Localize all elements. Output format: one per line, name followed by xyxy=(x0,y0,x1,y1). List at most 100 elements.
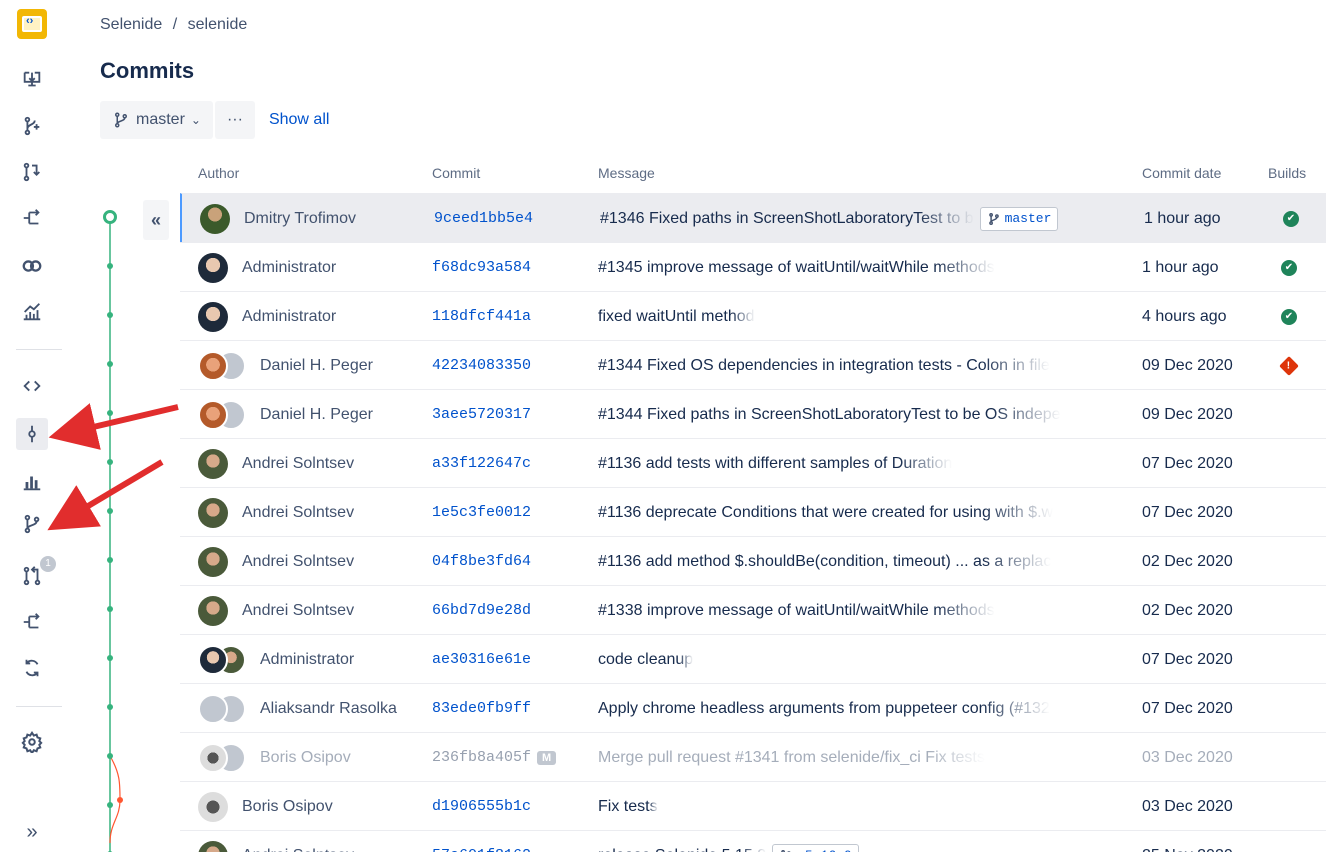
commit-hash-link[interactable]: 42234083350 xyxy=(432,341,582,390)
commits-icon[interactable] xyxy=(16,418,48,450)
commit-message[interactable]: #1338 improve message of waitUntil/waitW… xyxy=(598,602,995,620)
table-row[interactable]: Boris Osipov d1906555b1c Fix tests 03 De… xyxy=(180,781,1326,830)
commit-hash-link[interactable]: a33f122647c xyxy=(432,439,582,488)
expand-sidebar-icon[interactable]: » xyxy=(16,816,48,848)
commit-message[interactable]: #1344 Fixed OS dependencies in integrati… xyxy=(598,357,1050,375)
table-row[interactable]: Aliaksandr Rasolka 83ede0fb9ff Apply chr… xyxy=(180,683,1326,732)
author-name[interactable]: Dmitry Trofimov xyxy=(244,210,356,228)
commit-message[interactable]: #1136 add method $.shouldBe(condition, t… xyxy=(598,553,1051,571)
table-row[interactable]: Daniel H. Peger 42234083350 #1344 Fixed … xyxy=(180,340,1326,389)
repository-logo-icon[interactable] xyxy=(17,9,47,39)
message-cell[interactable]: #1136 deprecate Conditions that were cre… xyxy=(598,488,1118,537)
commit-message[interactable]: code cleanup xyxy=(598,651,693,669)
show-all-link[interactable]: Show all xyxy=(269,111,329,129)
commit-message[interactable]: release Selenide 5.15.2 xyxy=(598,847,766,852)
branches-icon[interactable] xyxy=(16,508,48,540)
compare-icon[interactable] xyxy=(16,202,48,234)
author-name[interactable]: Andrei Solntsev xyxy=(242,847,354,852)
author-name[interactable]: Andrei Solntsev xyxy=(242,602,354,620)
commit-hash[interactable]: 3aee5720317 xyxy=(432,406,531,423)
author-name[interactable]: Daniel H. Peger xyxy=(260,406,373,424)
commit-message[interactable]: #1136 deprecate Conditions that were cre… xyxy=(598,504,1053,522)
build-success-icon[interactable]: ✔ xyxy=(1281,308,1297,325)
commit-message[interactable]: Apply chrome headless arguments from pup… xyxy=(598,700,1050,718)
commit-hash-link[interactable]: 1e5c3fe0012 xyxy=(432,488,582,537)
author-name[interactable]: Administrator xyxy=(242,308,336,326)
commit-hash-link[interactable]: 118dfcf441a xyxy=(432,292,582,341)
author-name[interactable]: Andrei Solntsev xyxy=(242,553,354,571)
table-row[interactable]: Andrei Solntsev 1e5c3fe0012 #1136 deprec… xyxy=(180,487,1326,536)
commit-hash[interactable]: f68dc93a584 xyxy=(432,259,531,276)
message-cell[interactable]: code cleanup xyxy=(598,635,1118,684)
commit-hash[interactable]: 42234083350 xyxy=(432,357,531,374)
reports-icon[interactable] xyxy=(16,466,48,498)
commit-hash[interactable]: 66bd7d9e28d xyxy=(432,602,531,619)
commit-message[interactable]: fixed waitUntil method xyxy=(598,308,755,326)
table-row[interactable]: Dmitry Trofimov 9ceed1bb5e4 #1346 Fixed … xyxy=(180,193,1326,242)
commit-hash-link[interactable]: 83ede0fb9ff xyxy=(432,684,582,733)
commit-message[interactable]: #1345 improve message of waitUntil/waitW… xyxy=(598,259,995,277)
fork-icon[interactable] xyxy=(16,250,48,282)
branch-selector-button[interactable]: master ⌄ xyxy=(100,101,213,139)
author-name[interactable]: Boris Osipov xyxy=(242,798,333,816)
message-cell[interactable]: #1136 add method $.shouldBe(condition, t… xyxy=(598,537,1118,586)
commit-hash[interactable]: 118dfcf441a xyxy=(432,308,531,325)
message-cell[interactable]: #1338 improve message of waitUntil/waitW… xyxy=(598,586,1118,635)
commit-hash-link[interactable]: 3aee5720317 xyxy=(432,390,582,439)
message-cell[interactable]: #1136 add tests with different samples o… xyxy=(598,439,1118,488)
breadcrumb-project[interactable]: Selenide xyxy=(100,16,162,33)
table-row[interactable]: Daniel H. Peger 3aee5720317 #1344 Fixed … xyxy=(180,389,1326,438)
message-cell[interactable]: #1344 Fixed OS dependencies in integrati… xyxy=(598,341,1118,390)
commit-hash[interactable]: 1e5c3fe0012 xyxy=(432,504,531,521)
table-row[interactable]: Administrator 118dfcf441a fixed waitUnti… xyxy=(180,291,1326,340)
message-cell[interactable]: #1346 Fixed paths in ScreenShotLaborator… xyxy=(600,194,1120,243)
breadcrumb-repo[interactable]: selenide xyxy=(188,16,248,33)
table-row[interactable]: Boris Osipov 236fb8a405f M Merge pull req… xyxy=(180,732,1326,781)
message-cell[interactable]: fixed waitUntil method xyxy=(598,292,1118,341)
clone-icon[interactable] xyxy=(16,64,48,96)
branch-tag[interactable]: master xyxy=(979,206,1059,231)
message-cell[interactable]: #1345 improve message of waitUntil/waitW… xyxy=(598,243,1118,292)
author-name[interactable]: Administrator xyxy=(242,259,336,277)
table-row[interactable]: Administrator ae30316e61e code cleanup 0… xyxy=(180,634,1326,683)
source-icon[interactable] xyxy=(16,370,48,402)
collapse-graph-button[interactable]: « xyxy=(143,200,169,240)
message-cell[interactable]: Fix tests xyxy=(598,782,1118,831)
build-failed-icon[interactable]: ! xyxy=(1279,355,1299,376)
commit-message[interactable]: #1136 add tests with different samples o… xyxy=(598,455,952,473)
author-name[interactable]: Daniel H. Peger xyxy=(260,357,373,375)
insights-icon[interactable] xyxy=(16,296,48,328)
author-name[interactable]: Boris Osipov xyxy=(260,749,351,767)
commit-hash-link[interactable]: f68dc93a584 xyxy=(432,243,582,292)
build-success-icon[interactable]: ✔ xyxy=(1283,210,1299,227)
commit-hash-link[interactable]: d1906555b1c xyxy=(432,782,582,831)
commit-message[interactable]: #1344 Fixed paths in ScreenShotLaborator… xyxy=(598,406,1061,424)
commit-hash[interactable]: 9ceed1bb5e4 xyxy=(434,210,533,227)
commit-message[interactable]: #1346 Fixed paths in ScreenShotLaborator… xyxy=(600,210,974,228)
commit-hash-link[interactable]: 236fb8a405f M xyxy=(432,733,582,782)
table-row[interactable]: Administrator f68dc93a584 #1345 improve … xyxy=(180,242,1326,291)
commit-hash-link[interactable]: 04f8be3fd64 xyxy=(432,537,582,586)
commit-hash[interactable]: 57e601f8162 xyxy=(432,847,531,852)
branch-tag[interactable]: v5.16.0 xyxy=(772,843,859,852)
author-name[interactable]: Andrei Solntsev xyxy=(242,455,354,473)
commit-hash[interactable]: ae30316e61e xyxy=(432,651,531,668)
sync-icon[interactable] xyxy=(16,652,48,684)
table-row[interactable]: Andrei Solntsev 04f8be3fd64 #1136 add me… xyxy=(180,536,1326,585)
build-success-icon[interactable]: ✔ xyxy=(1281,259,1297,276)
commit-hash[interactable]: 83ede0fb9ff xyxy=(432,700,531,717)
commit-hash[interactable]: a33f122647c xyxy=(432,455,531,472)
author-name[interactable]: Administrator xyxy=(260,651,354,669)
compare-branches-icon[interactable] xyxy=(16,606,48,638)
more-options-button[interactable]: ··· xyxy=(214,101,255,139)
commit-hash[interactable]: 236fb8a405f xyxy=(432,749,531,766)
message-cell[interactable]: release Selenide 5.15.2 v5.16.0 xyxy=(598,831,1118,852)
message-cell[interactable]: Merge pull request #1341 from selenide/f… xyxy=(598,733,1118,782)
commit-hash[interactable]: d1906555b1c xyxy=(432,798,531,815)
table-row[interactable]: Andrei Solntsev a33f122647c #1136 add te… xyxy=(180,438,1326,487)
create-pull-request-icon[interactable] xyxy=(16,156,48,188)
commit-hash-link[interactable]: 66bd7d9e28d xyxy=(432,586,582,635)
table-row[interactable]: Andrei Solntsev 66bd7d9e28d #1338 improv… xyxy=(180,585,1326,634)
author-name[interactable]: Andrei Solntsev xyxy=(242,504,354,522)
author-name[interactable]: Aliaksandr Rasolka xyxy=(260,700,397,718)
